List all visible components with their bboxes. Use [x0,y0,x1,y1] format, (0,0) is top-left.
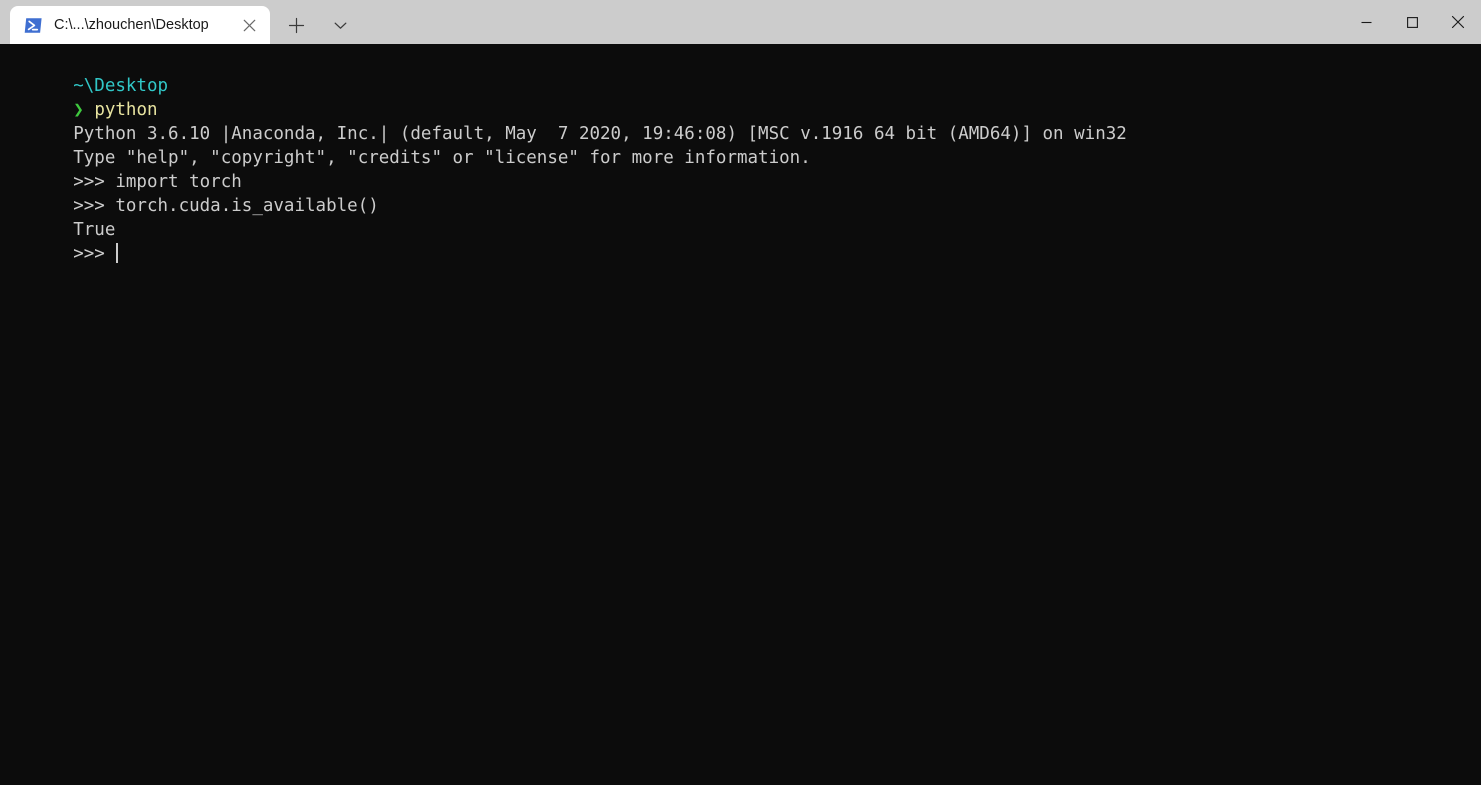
tab-powershell[interactable]: C:\...\zhouchen\Desktop [10,6,270,44]
minimize-button[interactable] [1343,0,1389,44]
powershell-icon [24,16,43,35]
output-text: >>> import torch [73,172,242,192]
output-text: True [73,220,116,240]
repl-prompt: >>> [73,244,116,264]
terminal-window: C:\...\zhouchen\Desktop ~\Desktop ❯ pyth… [0,0,1481,785]
tab-strip: C:\...\zhouchen\Desktop [0,0,358,44]
output-text: Python 3.6.10 |Anaconda, Inc.| (default,… [73,124,1127,144]
chevron-down-icon[interactable] [322,6,358,44]
title-bar: C:\...\zhouchen\Desktop [0,0,1481,44]
repl-line-active-prompt: >>> [10,218,1481,264]
terminal-output[interactable]: ~\Desktop ❯ python Python 3.6.10 |Anacon… [0,44,1481,785]
tab-title: C:\...\zhouchen\Desktop [54,17,209,33]
prompt-path: ~\Desktop [73,76,169,96]
window-controls [1343,0,1481,44]
output-line-version: Python 3.6.10 |Anaconda, Inc.| (default,… [10,98,1481,144]
tab-close-icon[interactable] [234,10,264,40]
prompt-command: python [94,100,158,120]
close-button[interactable] [1435,0,1481,44]
maximize-button[interactable] [1389,0,1435,44]
prompt-command-line: ❯ python [10,74,1481,120]
new-tab-button[interactable] [278,6,314,44]
prompt-path-line: ~\Desktop [10,50,1481,96]
prompt-chevron-icon: ❯ [73,100,84,120]
output-text: >>> torch.cuda.is_available() [73,196,379,216]
text-cursor [116,243,119,263]
output-text: Type "help", "copyright", "credits" or "… [73,148,811,168]
